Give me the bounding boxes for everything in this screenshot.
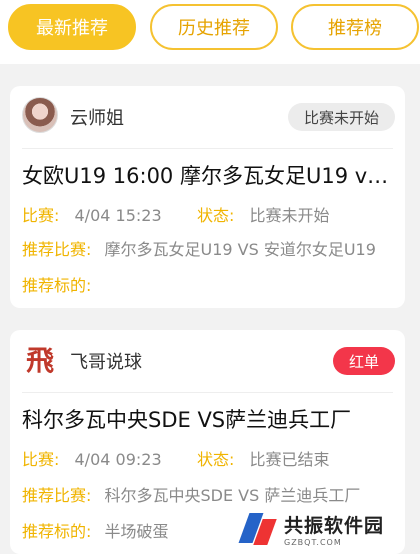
- rec-target-label: 推荐标的:: [22, 522, 92, 541]
- tab-history[interactable]: 历史推荐: [150, 4, 278, 50]
- match-time: 4/04 09:23: [74, 450, 162, 469]
- rec-match-value: 科尔多瓦中央SDE VS 萨兰迪兵工厂: [104, 486, 361, 505]
- watermark-text: 共振软件园: [284, 515, 385, 537]
- divider: [22, 392, 393, 393]
- rec-match-label: 推荐比赛:: [22, 240, 92, 259]
- status-value: 比赛未开始: [249, 206, 330, 225]
- recommendation-card[interactable]: 云师姐 比赛未开始 女欧U19 16:00 摩尔多瓦女足U19 vs 安道尔女足…: [10, 86, 405, 308]
- card-header: 飛 飞哥说球 红单: [10, 330, 405, 394]
- tab-latest[interactable]: 最新推荐: [8, 4, 136, 50]
- rec-match-row: 推荐比赛: 科尔多瓦中央SDE VS 萨兰迪兵工厂: [22, 482, 360, 506]
- rec-target-row: 推荐标的: 半场破蛋: [22, 518, 169, 542]
- match-time-row: 比赛: 4/04 09:23: [22, 446, 162, 470]
- rec-match-value: 摩尔多瓦女足U19 VS 安道尔女足U19: [104, 240, 376, 259]
- card-header: 云师姐 比赛未开始: [10, 86, 405, 150]
- rec-target-row: 推荐标的:: [22, 272, 99, 296]
- rec-target-value: 半场破蛋: [104, 522, 169, 541]
- status-badge: 比赛未开始: [287, 103, 395, 131]
- rec-target-label: 推荐标的:: [22, 276, 92, 295]
- status-row: 状态: 比赛未开始: [197, 202, 330, 226]
- status-label: 状态:: [197, 450, 235, 469]
- author-name: 飞哥说球: [70, 352, 142, 373]
- rec-match-label: 推荐比赛:: [22, 486, 92, 505]
- tab-bar: 最新推荐 历史推荐 推荐榜: [0, 0, 420, 64]
- watermark-url: GZBQT.COM: [284, 538, 342, 547]
- match-time-row: 比赛: 4/04 15:23: [22, 202, 162, 226]
- author-name: 云师姐: [70, 108, 124, 129]
- match-title: 科尔多瓦中央SDE VS萨兰迪兵工厂: [22, 408, 352, 432]
- match-time: 4/04 15:23: [74, 206, 162, 225]
- result-badge: 红单: [332, 347, 395, 375]
- status-value: 比赛已结束: [249, 450, 330, 469]
- match-label: 比赛:: [22, 450, 60, 469]
- status-label: 状态:: [197, 206, 235, 225]
- avatar: [22, 97, 58, 133]
- watermark: 共振软件园 GZBQT.COM: [238, 505, 410, 553]
- rec-match-row: 推荐比赛: 摩尔多瓦女足U19 VS 安道尔女足U19: [22, 236, 376, 260]
- watermark-logo-icon: [238, 509, 280, 549]
- status-row: 状态: 比赛已结束: [197, 446, 330, 470]
- tab-ranking[interactable]: 推荐榜: [291, 4, 419, 50]
- avatar: 飛: [22, 341, 58, 377]
- divider: [22, 148, 393, 149]
- match-label: 比赛:: [22, 206, 60, 225]
- match-title: 女欧U19 16:00 摩尔多瓦女足U19 vs 安道尔女足U19: [22, 164, 395, 188]
